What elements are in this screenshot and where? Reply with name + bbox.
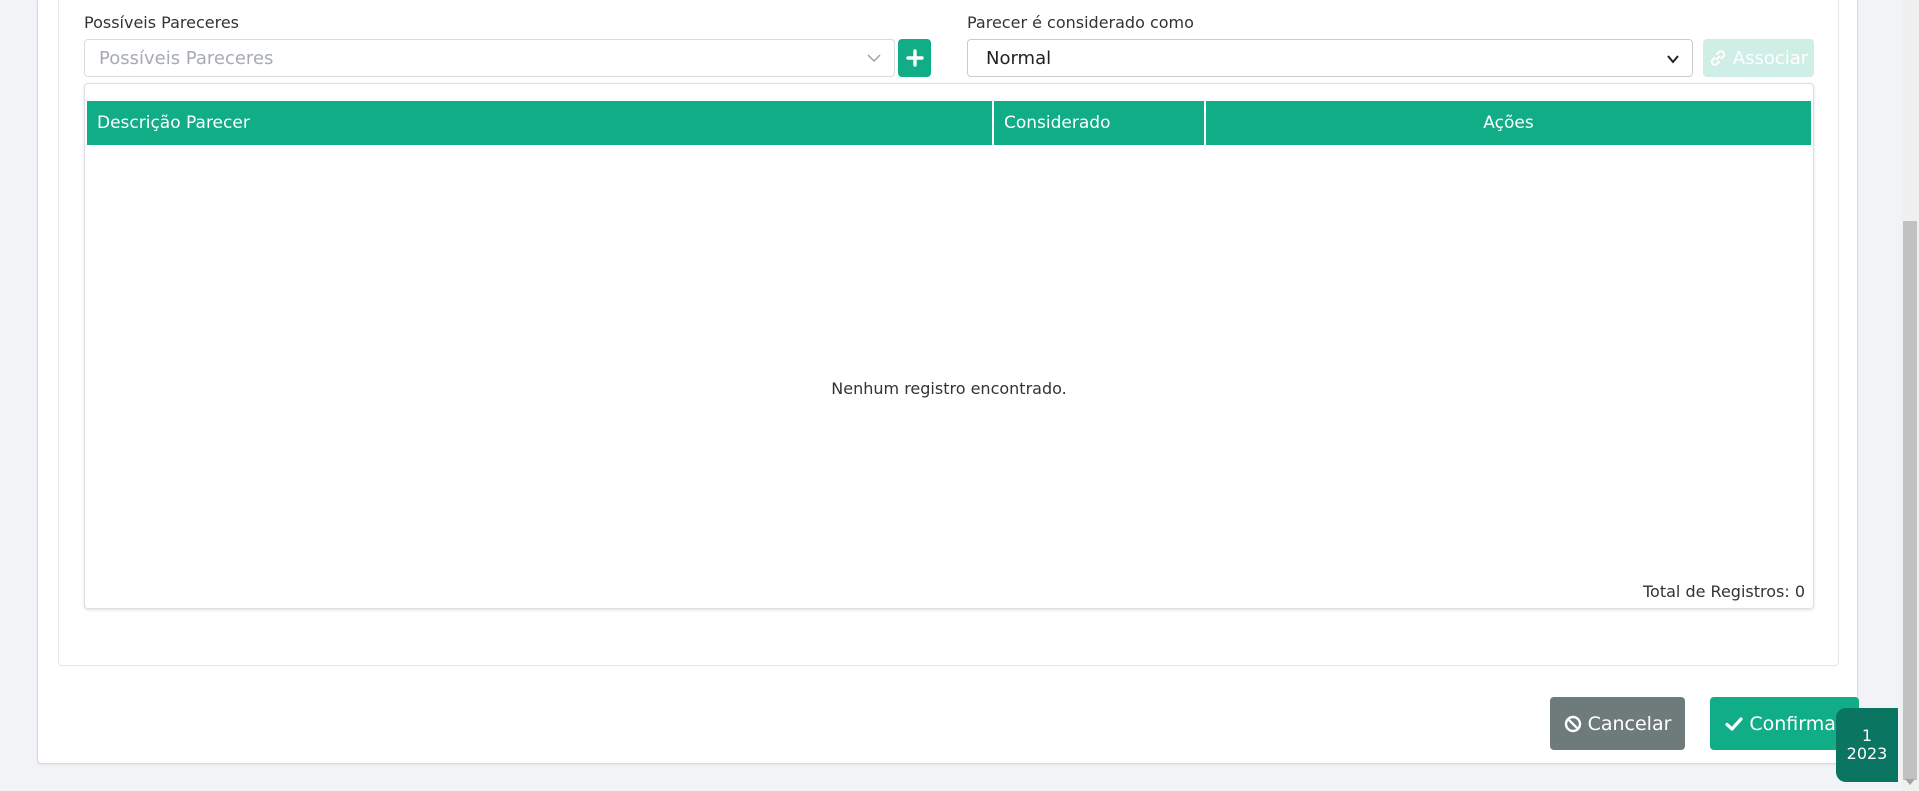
plus-icon <box>905 49 924 67</box>
associar-button[interactable]: Associar <box>1703 39 1814 77</box>
pareceres-placeholder: Possíveis Pareceres <box>99 48 274 69</box>
badge-line-1: 1 <box>1861 726 1873 745</box>
confirm-label: Confirmar <box>1749 712 1844 735</box>
considerado-value: Normal <box>986 48 1052 69</box>
cancel-button[interactable]: Cancelar <box>1550 697 1685 750</box>
scroll-down-arrow-icon[interactable] <box>1905 779 1915 785</box>
column-header-considerado[interactable]: Considerado <box>994 101 1206 145</box>
pareceres-label: Possíveis Pareceres <box>84 13 240 32</box>
considerado-select[interactable]: Normal <box>967 39 1693 77</box>
chevron-down-icon <box>1667 55 1679 64</box>
total-records: Total de Registros: 0 <box>1643 582 1805 601</box>
ban-icon <box>1564 715 1581 732</box>
considerado-label: Parecer é considerado como <box>967 13 1194 32</box>
link-icon <box>1710 50 1725 66</box>
column-header-descricao[interactable]: Descrição Parecer <box>87 101 994 145</box>
pareceres-table: Descrição Parecer Considerado Ações Nenh… <box>84 83 1814 609</box>
empty-table-message: Nenhum registro encontrado. <box>831 379 1067 398</box>
scrollbar-thumb[interactable] <box>1903 221 1917 780</box>
floating-year-badge[interactable]: 1 2023 <box>1836 708 1898 782</box>
pareceres-combobox[interactable]: Possíveis Pareceres <box>84 39 895 77</box>
modal-card: Possíveis Pareceres Possíveis Pareceres … <box>37 0 1859 764</box>
chevron-down-icon <box>867 54 881 62</box>
badge-line-2: 2023 <box>1846 744 1888 763</box>
associar-label: Associar <box>1732 47 1809 69</box>
cancel-label: Cancelar <box>1587 712 1672 735</box>
column-header-acoes: Ações <box>1483 113 1534 133</box>
add-parecer-button[interactable] <box>898 39 931 77</box>
table-header: Descrição Parecer Considerado Ações <box>87 101 1811 145</box>
check-icon <box>1725 716 1743 731</box>
